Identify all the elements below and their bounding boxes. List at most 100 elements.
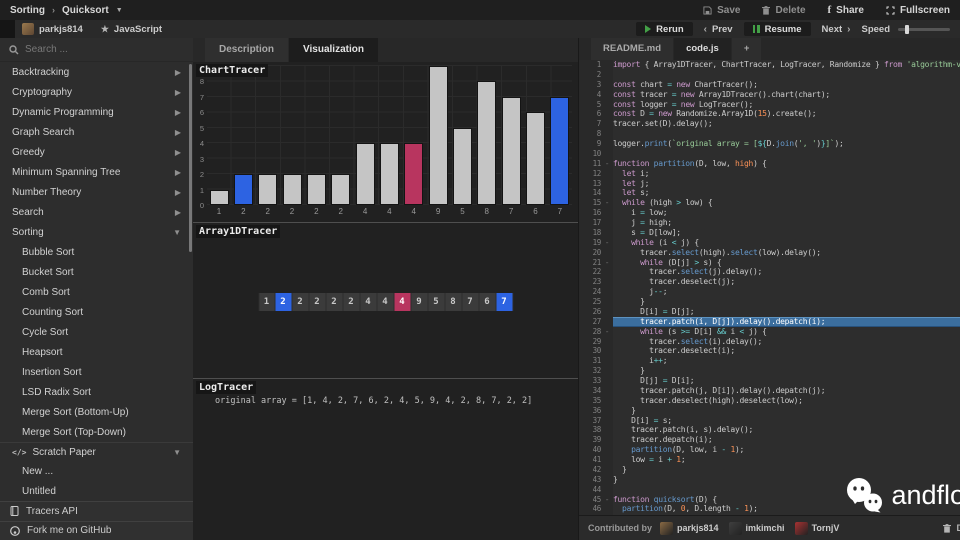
sidebar-category-graph-search[interactable]: Graph Search ▶ [0, 122, 193, 142]
save-icon [703, 5, 712, 15]
speed-slider[interactable] [898, 24, 950, 34]
sidebar-item-merge-sort-top-down-[interactable]: Merge Sort (Top-Down) [0, 422, 193, 442]
code-editor[interactable]: 1 import { Array1DTracer, ChartTracer, Lo… [579, 60, 960, 515]
tab-description[interactable]: Description [205, 38, 289, 62]
code-line: 19- while (i < j) { [579, 238, 960, 248]
rerun-button[interactable]: Rerun [636, 22, 693, 36]
sidebar-scrollbar[interactable] [189, 64, 192, 252]
speed-slider-thumb[interactable] [905, 24, 909, 34]
fold-marker [601, 455, 613, 465]
chevron-right-icon: ▶ [174, 127, 181, 137]
sidebar-category-backtracking[interactable]: Backtracking ▶ [0, 62, 193, 82]
user-avatar[interactable] [22, 23, 34, 35]
language-selector[interactable]: ★ JavaScript [101, 24, 162, 35]
prev-button[interactable]: ‹ Prev [704, 24, 733, 35]
sidebar-item-cycle-sort[interactable]: Cycle Sort [0, 322, 193, 342]
search-input[interactable] [25, 44, 184, 55]
line-number: 6 [596, 109, 602, 119]
new-tab-button[interactable]: + [731, 38, 762, 60]
fold-marker [601, 465, 613, 475]
chart-ytick: 1 [199, 185, 204, 195]
category-label: Minimum Spanning Tree [12, 166, 121, 178]
fold-marker [601, 60, 613, 70]
fold-marker[interactable]: - [601, 159, 613, 169]
token: const [613, 109, 636, 119]
sidebar-category-dynamic-programming[interactable]: Dynamic Programming ▶ [0, 102, 193, 122]
delete-file-button[interactable]: Delete File [943, 523, 960, 533]
sidebar-item-new-[interactable]: New ... [0, 461, 193, 481]
sidebar-item-bubble-sort[interactable]: Bubble Sort [0, 242, 193, 262]
code-text: } [613, 406, 960, 416]
line-number: 14 [592, 188, 602, 198]
sidebar-category-number-theory[interactable]: Number Theory ▶ [0, 182, 193, 202]
code-line: 2 [579, 70, 960, 80]
breadcrumb-page[interactable]: Quicksort [62, 5, 109, 16]
contributor-parkjs814[interactable]: parkjs814 [660, 521, 719, 535]
fold-marker[interactable]: - [601, 238, 613, 248]
array-tracer-title: Array1DTracer [196, 225, 281, 238]
sidebar-item-sorting[interactable]: Sorting ▼ [0, 222, 193, 242]
fold-marker [601, 356, 613, 366]
share-button[interactable]: f Share [828, 4, 864, 16]
token: (D, low, i [671, 445, 722, 455]
sidebar-category-minimum-spanning-tree[interactable]: Minimum Spanning Tree ▶ [0, 162, 193, 182]
log-line: original array = [1, 4, 2, 7, 6, 2, 4, 5… [215, 396, 533, 406]
sidebar-category-search[interactable]: Search ▶ [0, 202, 193, 222]
username[interactable]: parkjs814 [39, 24, 83, 35]
logo-button[interactable] [0, 20, 15, 38]
sidebar-item-merge-sort-bottom-up-[interactable]: Merge Sort (Bottom-Up) [0, 402, 193, 422]
token: tracer.set(D).delay(); [613, 119, 713, 129]
sidebar-item-tracers-api[interactable]: Tracers API [0, 501, 193, 521]
sidebar-item-comb-sort[interactable]: Comb Sort [0, 282, 193, 302]
fold-marker[interactable]: - [601, 198, 613, 208]
code-text: tracer.select(j).delay(); [613, 267, 960, 277]
token: i [653, 455, 668, 464]
fold-marker[interactable]: - [601, 327, 613, 337]
fold-marker [601, 179, 613, 189]
code-line: 22 tracer.select(j).delay(); [579, 267, 960, 277]
token: `original array = [ [671, 139, 758, 148]
next-button[interactable]: Next › [822, 24, 851, 35]
fullscreen-button[interactable]: Fullscreen [886, 5, 950, 16]
tab-code-js[interactable]: code.js [674, 38, 731, 60]
contributor-tornjv[interactable]: TornjV [794, 521, 839, 535]
token: Array1DTracer().chart(chart); [694, 89, 830, 99]
chart-bar [501, 96, 521, 205]
token: } [613, 474, 618, 484]
sidebar-category-greedy[interactable]: Greedy ▶ [0, 142, 193, 162]
save-button[interactable]: Save [703, 5, 740, 16]
sidebar-item-insertion-sort[interactable]: Insertion Sort [0, 362, 193, 382]
delete-button[interactable]: Delete [762, 5, 806, 16]
sidebar-item-counting-sort[interactable]: Counting Sort [0, 302, 193, 322]
sidebar-item-heapsort[interactable]: Heapsort [0, 342, 193, 362]
chart-xtick: 4 [387, 207, 392, 216]
fold-marker[interactable]: - [601, 258, 613, 268]
code-line: 31 i++; [579, 356, 960, 366]
code-text: logger.print(`original array = [${D.join… [613, 139, 960, 149]
play-icon [645, 25, 652, 33]
tab-readme-md[interactable]: README.md [591, 38, 674, 60]
code-line: 37 D[i] = s; [579, 416, 960, 426]
sidebar-category-cryptography[interactable]: Cryptography ▶ [0, 82, 193, 102]
token: while [640, 326, 663, 336]
sidebar-item-untitled[interactable]: Untitled [0, 481, 193, 501]
fold-marker[interactable]: - [601, 495, 613, 505]
token: j; [635, 178, 650, 188]
sidebar-item-scratch-paper[interactable]: </> Scratch Paper ▼ [0, 442, 193, 461]
resume-button[interactable]: Resume [743, 22, 811, 36]
chevron-right-icon: ▶ [174, 147, 181, 157]
token: tracer.patch(i, D[j]).delay().depatch(i)… [613, 316, 826, 326]
sidebar-item-lsd-radix-sort[interactable]: LSD Radix Sort [0, 382, 193, 402]
array-cell: 1 [258, 293, 275, 311]
sidebar-item-fork-github[interactable]: Fork me on GitHub [0, 520, 193, 540]
breadcrumb-category[interactable]: Sorting [10, 5, 45, 16]
speed-label: Speed [861, 23, 890, 35]
contributor-imkimchi[interactable]: imkimchi [728, 521, 785, 535]
tab-visualization[interactable]: Visualization [289, 38, 378, 62]
sidebar-item-bucket-sort[interactable]: Bucket Sort [0, 262, 193, 282]
code-text: } [613, 297, 960, 307]
line-number: 1 [596, 60, 602, 69]
breadcrumb[interactable]: Sorting › Quicksort ▼ [10, 5, 123, 16]
fold-marker [601, 445, 613, 455]
chart-bar [452, 127, 472, 205]
